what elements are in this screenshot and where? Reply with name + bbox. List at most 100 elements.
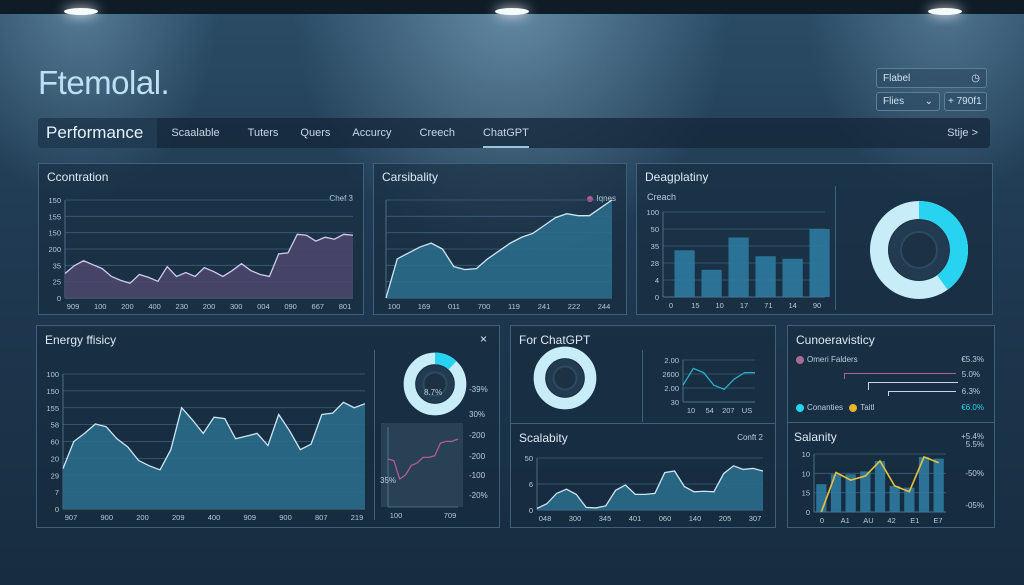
x-tick-label: 400 xyxy=(148,302,161,311)
bar xyxy=(933,458,944,512)
x-tick-label: 401 xyxy=(629,514,642,523)
x-tick-label: 900 xyxy=(279,513,292,522)
y-tick-label: 2600 xyxy=(662,370,679,379)
x-tick-label: 54 xyxy=(705,406,713,415)
filter-select[interactable]: Flies ⌄ xyxy=(876,92,940,111)
x-tick-label: 10 xyxy=(715,301,723,310)
legend-dot xyxy=(796,403,804,412)
x-tick-label: 048 xyxy=(539,514,552,523)
x-tick-label: 15 xyxy=(691,301,699,310)
y-tick-label: 155 xyxy=(46,404,59,413)
label-field-text: Flabel xyxy=(883,72,911,84)
tab-chatgpt[interactable]: ChatGPT xyxy=(469,118,543,148)
y-tick-label: 60 xyxy=(51,438,59,447)
series-area xyxy=(65,234,353,298)
x-tick-label: 709 xyxy=(444,511,457,520)
mini-label: 35% xyxy=(380,476,397,485)
y-tick-label: 50 xyxy=(651,225,659,234)
legend-dot xyxy=(796,355,804,364)
y-tick-label: 4 xyxy=(655,276,659,285)
panel-title: Cunoeravisticy xyxy=(796,333,875,347)
x-tick-label: 119 xyxy=(508,302,520,311)
nav-brand[interactable]: Performance xyxy=(38,118,158,148)
donut-chart-deagplatiny xyxy=(870,201,968,299)
y-tick-label: 28 xyxy=(651,259,659,268)
donut-center xyxy=(900,231,938,269)
x-tick-label: 060 xyxy=(659,514,672,523)
chevron-down-icon: ⌄ xyxy=(924,96,933,107)
y-tick-label: 58 xyxy=(51,421,59,430)
line-chart-energy-mini: 100 709 xyxy=(387,427,459,520)
x-tick-label: US xyxy=(742,406,752,415)
x-tick-label: 667 xyxy=(312,302,325,311)
axis-label: -39% xyxy=(469,385,488,394)
x-tick-label: 169 xyxy=(418,302,431,311)
y-tick-label: 0 xyxy=(57,294,61,303)
divider xyxy=(374,350,375,520)
x-tick-label: AU xyxy=(863,516,873,525)
x-tick-label: 209 xyxy=(172,513,185,522)
y-tick-label: 0 xyxy=(655,293,659,302)
panel-chatgpt: For ChatGPT 2.00 2600 2.00 30 10 54 207 US Scal… xyxy=(510,325,776,528)
x-tick-label: E7 xyxy=(933,516,942,525)
series-line xyxy=(682,367,755,391)
x-tick-label: 400 xyxy=(208,513,221,522)
y-tick-label: 2.00 xyxy=(664,356,679,365)
panel-title: Energy ffisicy xyxy=(45,333,117,347)
combo-chart-salanity: 10 10 15 0 0 A1 AU 42 E1 E7 xyxy=(802,450,946,525)
y-tick-label: 7 xyxy=(55,488,59,497)
x-tick-label: 300 xyxy=(230,302,243,311)
x-tick-label: A1 xyxy=(841,516,850,525)
divider xyxy=(788,422,994,423)
y-tick-label: 200 xyxy=(48,245,61,254)
tab-tuters[interactable]: Tuters xyxy=(234,118,293,148)
x-tick-label: 140 xyxy=(689,514,702,523)
x-tick-label: 300 xyxy=(569,514,582,523)
chart-subtitle: Creach xyxy=(647,192,677,202)
tab-creech[interactable]: Creech xyxy=(406,118,469,148)
donut-chart-energy xyxy=(403,352,467,416)
x-tick-label: 0 xyxy=(820,516,824,525)
y-tick-label: 25 xyxy=(53,278,61,287)
x-tick-label: 307 xyxy=(749,514,762,523)
y-tick-label: 6 xyxy=(529,480,533,489)
y-tick-label: 29 xyxy=(51,471,59,480)
bar xyxy=(728,237,749,297)
label-field[interactable]: Flabel ◷ xyxy=(876,68,987,88)
tab-quers[interactable]: Quers xyxy=(292,118,338,148)
tab-accurcy[interactable]: Accurcy xyxy=(338,118,405,148)
divider xyxy=(642,350,643,422)
x-tick-label: 801 xyxy=(339,302,352,311)
panel-title: For ChatGPT xyxy=(519,333,591,347)
panel-carsibality: Carsibality Iqnes 100 169 011 700 119 241 222 2… xyxy=(373,163,627,315)
donut-center xyxy=(552,365,578,391)
x-tick-label: 200 xyxy=(121,302,134,311)
y-tick-label: 50 xyxy=(525,454,533,463)
panel-energy: Energy ffisicy × 100 150 155 58 60 20 29 7 0 907 9… xyxy=(36,325,500,528)
donut-label: 8.7% xyxy=(424,388,443,397)
action-button[interactable]: + 790f1 xyxy=(944,92,987,111)
tab-scaalable[interactable]: Scaalable xyxy=(157,118,233,148)
x-tick-label: 200 xyxy=(136,513,149,522)
nav-more-link[interactable]: Stije > xyxy=(933,118,990,148)
metric-value: €5.3% xyxy=(961,355,984,364)
y-tick-label: 100 xyxy=(646,208,659,217)
axis-label: -100 xyxy=(469,471,486,480)
y-tick-label: 100 xyxy=(46,370,59,379)
close-icon[interactable]: × xyxy=(480,332,487,346)
x-tick-label: 090 xyxy=(284,302,297,311)
x-tick-label: 10 xyxy=(687,406,695,415)
legend-item: Omeri Falders xyxy=(796,355,858,364)
panel-title: Carsibality xyxy=(382,170,439,184)
x-tick-label: 909 xyxy=(243,513,256,522)
y-tick-label: 10 xyxy=(802,450,810,459)
x-tick-label: 42 xyxy=(887,516,895,525)
x-tick-label: 807 xyxy=(315,513,328,522)
nav-bar: Performance Scaalable Tuters Quers Accur… xyxy=(38,118,990,148)
panel-title: Scalabity xyxy=(519,431,568,445)
y-tick-label: 30 xyxy=(671,398,679,407)
y-tick-label: 150 xyxy=(48,229,61,238)
x-tick-label: 244 xyxy=(598,302,611,311)
y-tick-label: 150 xyxy=(48,196,61,205)
bar-chart-deagplatiny: 100 50 35 28 4 0 0 15 10 17 71 14 90 xyxy=(646,208,830,310)
